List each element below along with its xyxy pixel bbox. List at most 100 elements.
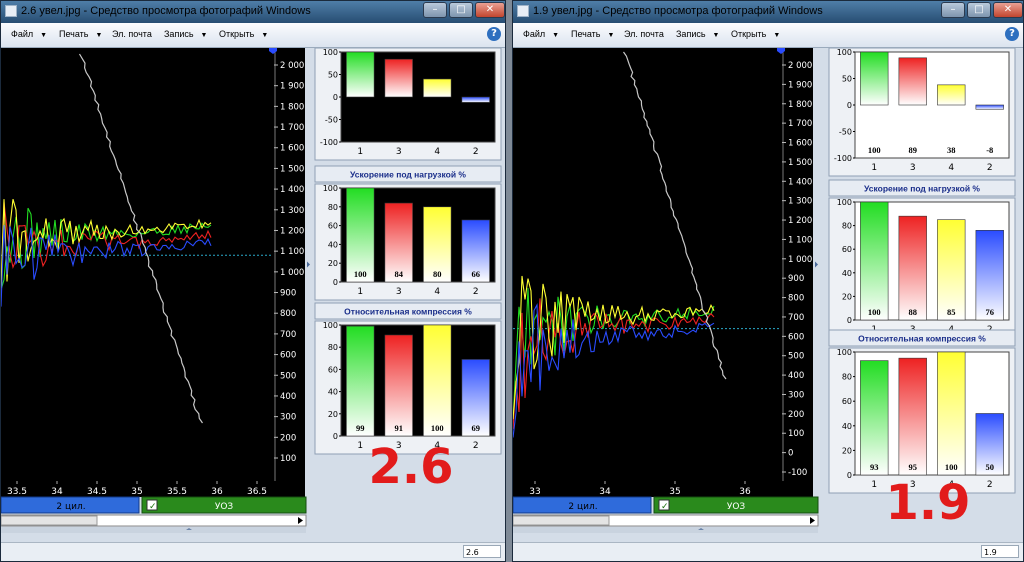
y-tick-label: -100 <box>788 468 807 478</box>
cylinder-label: 3 <box>396 147 402 157</box>
status-field: 1.9 <box>981 545 1019 558</box>
x-tick-label: 35 <box>669 487 680 497</box>
bar-cylinder-4 <box>937 351 966 476</box>
y-tick-label: 1 600 <box>788 139 812 149</box>
menu-item-3[interactable]: Запись ▼ <box>676 29 719 39</box>
menu-item-label: Печать <box>59 29 89 39</box>
y-tick-label: 100 <box>280 454 296 464</box>
close-button[interactable]: ✕ <box>993 2 1023 18</box>
menu-item-0[interactable]: Файл ▼ <box>523 29 559 39</box>
chevron-down-icon: ▼ <box>40 32 48 39</box>
y-tick-label: 0 <box>333 93 338 102</box>
y-tick-label: 1 400 <box>788 177 812 187</box>
bar-cylinder-3 <box>898 57 927 106</box>
y-tick-label: 2 000 <box>788 61 812 71</box>
bar-cylinder-3 <box>384 58 413 98</box>
cylinder-label: 3 <box>396 287 402 297</box>
bar-cylinder-3 <box>898 357 927 476</box>
y-tick-label: 400 <box>788 371 804 381</box>
cylinder-label: 2 <box>473 147 479 157</box>
menu-item-4[interactable]: Открыть ▼ <box>731 29 780 39</box>
close-button[interactable]: ✕ <box>475 2 505 18</box>
minimize-button[interactable]: – <box>423 2 447 18</box>
maximize-button[interactable]: □ <box>449 2 473 18</box>
bar-value-label: 100 <box>868 145 881 155</box>
window-title: 2.6 увел.jpg - Средство просмотра фотогр… <box>21 5 311 17</box>
bar-cylinder-4 <box>937 84 966 106</box>
bar-cylinder-4 <box>423 324 452 437</box>
y-tick-label: 1 900 <box>280 82 304 92</box>
x-tick-label: 34 <box>599 487 611 497</box>
y-tick-label: -100 <box>320 138 338 147</box>
menu-bar[interactable]: Файл ▼ Печать ▼ Эл. почта Запись ▼ Открыть ▼? <box>1 23 505 48</box>
bar-value-label: 80 <box>433 269 442 279</box>
bar-cylinder-4 <box>423 78 452 98</box>
help-icon[interactable]: ? <box>487 27 501 41</box>
maximize-button[interactable]: □ <box>967 2 991 18</box>
menu-item-label: Файл <box>11 29 34 39</box>
y-tick-label: 80 <box>328 343 338 352</box>
cylinder-label: 4 <box>434 147 440 157</box>
chevron-down-icon: ▼ <box>552 32 560 39</box>
bar-value-label: 99 <box>356 423 365 433</box>
menu-bar[interactable]: Файл ▼ Печать ▼ Эл. почта Запись ▼ Открыть ▼? <box>513 23 1023 48</box>
x-tick-label: 34.5 <box>87 487 107 497</box>
menu-item-label: Эл. почта <box>624 29 664 39</box>
y-tick-label: 40 <box>842 269 852 278</box>
bar-cylinder-1 <box>860 51 889 106</box>
status-field: 2.6 <box>463 545 501 558</box>
y-tick-label: 40 <box>842 422 852 431</box>
bar-value-label: 38 <box>947 145 956 155</box>
bar-cylinder-2 <box>461 96 490 103</box>
bar-value-label: 100 <box>868 307 881 317</box>
y-tick-label: 20 <box>842 446 852 455</box>
menu-item-1[interactable]: Печать ▼ <box>571 29 614 39</box>
y-tick-label: 60 <box>842 245 852 254</box>
y-tick-label: 1 300 <box>280 206 304 216</box>
bar-value-label: 89 <box>909 145 918 155</box>
window-title: 1.9 увел.jpg - Средство просмотра фотогр… <box>533 5 823 17</box>
y-tick-label: 300 <box>788 390 804 400</box>
y-tick-label: 300 <box>280 413 296 423</box>
y-tick-label: -100 <box>834 154 852 163</box>
menu-item-label: Запись <box>676 29 706 39</box>
menu-item-4[interactable]: Открыть ▼ <box>219 29 268 39</box>
bar-cylinder-1 <box>346 51 375 98</box>
bar-value-label: 93 <box>870 462 879 472</box>
y-tick-label: 800 <box>280 309 296 319</box>
y-tick-label: 100 <box>788 429 804 439</box>
y-tick-label: 500 <box>788 352 804 362</box>
minimize-button[interactable]: – <box>941 2 965 18</box>
menu-item-2[interactable]: Эл. почта <box>112 29 152 39</box>
menu-item-2[interactable]: Эл. почта <box>624 29 664 39</box>
y-tick-label: 100 <box>323 48 338 57</box>
menu-item-3[interactable]: Запись ▼ <box>164 29 207 39</box>
y-tick-label: 600 <box>788 332 804 342</box>
bar-cylinder-1 <box>346 187 375 283</box>
y-tick-label: 200 <box>788 410 804 420</box>
y-tick-label: 40 <box>328 388 338 397</box>
bar-value-label: 91 <box>395 423 404 433</box>
y-tick-label: 600 <box>280 351 296 361</box>
chevron-down-icon: ▼ <box>773 32 781 39</box>
horizontal-scrollbar-thumb[interactable] <box>1 515 98 526</box>
x-tick-label: 36 <box>739 487 751 497</box>
bar-value-label: 76 <box>986 307 995 317</box>
y-tick-label: 100 <box>323 184 338 193</box>
y-tick-label: 1 200 <box>280 226 304 236</box>
check-icon: ✓ <box>661 502 669 512</box>
bar-cylinder-4 <box>937 219 966 321</box>
menu-item-1[interactable]: Печать ▼ <box>59 29 102 39</box>
help-icon[interactable]: ? <box>1005 27 1019 41</box>
panel_comp-title: Относительная компрессия % <box>858 334 986 344</box>
horizontal-scrollbar-thumb[interactable] <box>513 515 610 526</box>
title-bar: 2.6 увел.jpg - Средство просмотра фотогр… <box>1 1 505 23</box>
menu-item-0[interactable]: Файл ▼ <box>11 29 47 39</box>
y-tick-label: 800 <box>788 294 804 304</box>
y-tick-label: 1 900 <box>788 80 812 90</box>
menu-item-label: Открыть <box>219 29 255 39</box>
y-tick-label: 100 <box>837 48 852 57</box>
y-tick-label: 1 400 <box>280 185 304 195</box>
y-tick-label: 100 <box>837 198 852 207</box>
x-tick-label: 36.5 <box>247 487 267 497</box>
